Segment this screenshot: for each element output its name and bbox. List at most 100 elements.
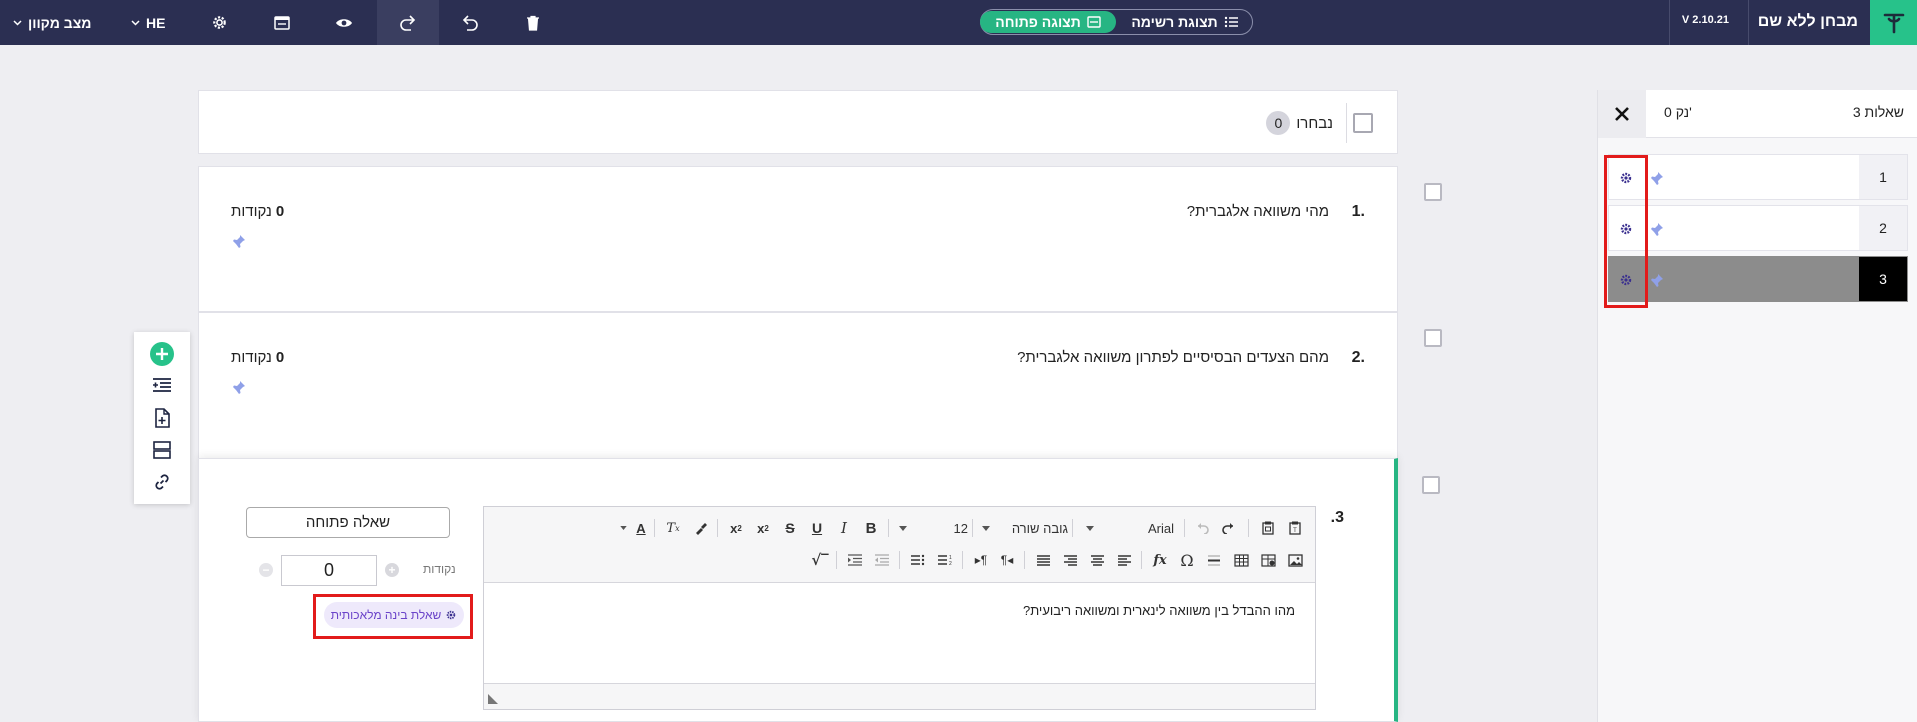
question-select-checkbox[interactable] [1424, 329, 1442, 347]
highlight-box [313, 594, 473, 639]
font-size-select[interactable]: 12 [916, 517, 968, 539]
bulleted-list-icon[interactable] [907, 549, 929, 571]
selection-bar: נבחרו 0 [198, 90, 1398, 154]
pin-icon[interactable] [1649, 272, 1665, 288]
paste-text-icon[interactable]: T [1284, 517, 1306, 539]
image-icon[interactable] [1284, 549, 1306, 571]
add-section-button[interactable] [150, 374, 174, 398]
app-title[interactable]: מבחן ללא שם [1758, 0, 1858, 45]
ltr-direction-icon[interactable]: ¶◂ [996, 549, 1018, 571]
editor-status-bar [484, 683, 1315, 709]
indent-icon[interactable] [844, 549, 866, 571]
superscript-icon[interactable]: x2 [725, 517, 747, 539]
question-number: .3 [1330, 509, 1344, 526]
chevron-down-icon[interactable] [978, 517, 994, 539]
question-text: מהי משוואה אלגברית? [1186, 203, 1329, 220]
pin-icon[interactable] [231, 233, 247, 249]
subscript-icon[interactable]: x2 [752, 517, 774, 539]
selected-indicator: נבחרו 0 [1266, 111, 1333, 135]
open-view-button[interactable]: תצוגה פתוחה [980, 11, 1116, 33]
strikethrough-icon[interactable]: S [779, 517, 801, 539]
editor-toolbar: T Arial גובה שורה 12 B I U S x2 x2 Tx A … [484, 507, 1315, 583]
redo-icon [399, 14, 417, 31]
sidebar-question-item[interactable]: 1 [1608, 154, 1908, 200]
pin-icon[interactable] [231, 379, 247, 395]
sidebar-question-item-active[interactable]: 3 [1608, 256, 1908, 302]
language-selector[interactable]: HE [131, 0, 165, 45]
selected-label: נבחרו [1296, 114, 1333, 132]
editor-content[interactable]: מהו ההבדל בין משוואה לינארית ומשוואה ריב… [1023, 603, 1295, 618]
select-all-checkbox[interactable] [1353, 113, 1373, 133]
rtl-direction-icon[interactable]: ▸¶ [970, 549, 992, 571]
close-icon [1614, 106, 1630, 122]
list-view-button[interactable]: תצוגת רשימה [1121, 11, 1249, 33]
clear-format-icon[interactable]: Tx [662, 517, 684, 539]
special-character-icon[interactable]: Ω [1176, 549, 1198, 571]
text-color-icon[interactable]: A [632, 517, 650, 539]
question-number: 1. [1351, 203, 1365, 220]
increment-points-button[interactable]: + [385, 563, 399, 577]
sidebar-question-item[interactable]: 2 [1608, 205, 1908, 251]
question-points: 0 נקודות [231, 349, 284, 366]
undo-button[interactable] [439, 0, 501, 45]
question-select-checkbox[interactable] [1422, 476, 1440, 494]
chevron-down-icon[interactable] [894, 517, 912, 539]
align-justify-icon[interactable] [1032, 549, 1054, 571]
redo-editor-icon[interactable] [1217, 517, 1239, 539]
question-card[interactable]: 1. מהי משוואה אלגברית? 0 נקודות [198, 166, 1398, 312]
paste-word-icon[interactable] [1257, 517, 1279, 539]
publish-button[interactable] [251, 0, 313, 45]
settings-button[interactable] [188, 0, 250, 45]
add-page-break-button[interactable] [150, 438, 174, 462]
selected-count-badge: 0 [1266, 111, 1291, 135]
points-value: 0 [275, 349, 285, 366]
points-input[interactable]: 0 [281, 555, 377, 586]
question-card[interactable]: 2. מהם הצעדים הבסיסיים לפתרון משוואה אלג… [198, 312, 1398, 460]
top-bar: מבחן ללא שם V 2.10.21 תצוגה פתוחה תצוגת … [0, 0, 1917, 45]
close-sidebar-button[interactable] [1598, 90, 1646, 138]
chevron-down-icon[interactable] [617, 517, 629, 539]
eye-icon [335, 17, 353, 29]
line-height-select[interactable]: גובה שורה [996, 517, 1068, 539]
bold-icon[interactable]: B [860, 517, 882, 539]
mode-selector[interactable]: מצב מקוון [13, 0, 91, 45]
chevron-down-icon[interactable] [1078, 517, 1102, 539]
add-link-button[interactable] [150, 470, 174, 494]
question-type-select[interactable]: שאלה פתוחה [246, 507, 450, 538]
decrement-points-button[interactable]: − [259, 563, 273, 577]
font-name-select[interactable]: Arial [1110, 517, 1180, 539]
pin-icon[interactable] [1649, 170, 1665, 186]
rich-text-editor[interactable]: T Arial גובה שורה 12 B I U S x2 x2 Tx A … [483, 506, 1316, 710]
sidebar-points: 0 נק' [1664, 104, 1692, 120]
underline-icon[interactable]: U [806, 517, 828, 539]
align-center-icon[interactable] [1086, 549, 1108, 571]
redo-button[interactable] [377, 0, 439, 45]
sidebar-question-count: 3 שאלות [1852, 104, 1904, 120]
add-file-button[interactable] [150, 406, 174, 430]
format-painter-icon[interactable] [690, 517, 712, 539]
pin-icon[interactable] [1649, 221, 1665, 237]
add-question-button[interactable] [150, 342, 174, 366]
insert-table-row-icon[interactable] [1257, 549, 1279, 571]
numbered-list-icon[interactable]: 12 [934, 549, 956, 571]
points-label: נקודות [231, 349, 272, 366]
undo-editor-icon[interactable] [1192, 517, 1214, 539]
italic-icon[interactable]: I [833, 517, 855, 539]
open-view-label: תצוגה פתוחה [995, 14, 1081, 30]
delete-button[interactable] [502, 0, 564, 45]
outdent-icon[interactable] [871, 549, 893, 571]
resize-handle-icon[interactable] [488, 694, 498, 704]
horizontal-line-icon[interactable] [1203, 549, 1225, 571]
list-icon [1224, 16, 1239, 28]
preview-button[interactable] [313, 0, 375, 45]
highlight-box [1604, 155, 1648, 308]
sidebar-question-number: 1 [1859, 155, 1907, 199]
logo-icon[interactable] [1870, 0, 1917, 45]
align-left-icon[interactable] [1113, 549, 1135, 571]
table-icon[interactable] [1230, 549, 1252, 571]
align-right-icon[interactable] [1059, 549, 1081, 571]
math-root-icon[interactable]: √‾ [809, 549, 831, 571]
formula-icon[interactable]: fx [1149, 549, 1171, 571]
question-points: 0 נקודות [231, 203, 284, 220]
question-select-checkbox[interactable] [1424, 183, 1442, 201]
